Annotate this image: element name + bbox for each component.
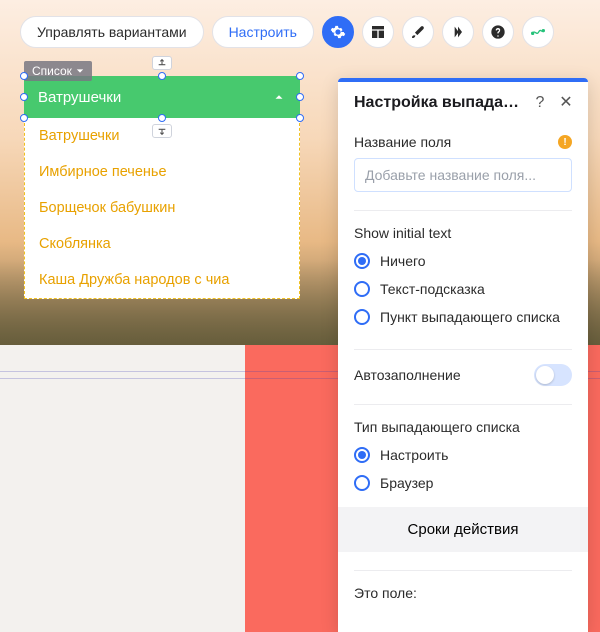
layout-icon[interactable] xyxy=(362,16,394,48)
dropdown-item[interactable]: Каша Дружба народов с чиа xyxy=(25,262,299,298)
radio-indicator xyxy=(354,281,370,297)
this-field-label: Это поле: xyxy=(354,585,417,601)
settings-icon[interactable] xyxy=(322,16,354,48)
dropdown-item[interactable]: Скоблянка xyxy=(25,226,299,262)
field-name-label: Название поля xyxy=(354,134,451,150)
panel-help-icon[interactable]: ? xyxy=(532,95,548,111)
deadlines-button[interactable]: Сроки действия xyxy=(338,507,588,552)
radio-type-browser[interactable]: Браузер xyxy=(354,469,572,497)
animation-icon[interactable] xyxy=(442,16,474,48)
radio-label: Браузер xyxy=(380,475,433,491)
dropdown-selected-label: Ватрушечки xyxy=(38,89,121,106)
chevron-up-icon xyxy=(272,90,286,104)
dropdown-item[interactable]: Борщечок бабушкин xyxy=(25,190,299,226)
top-toolbar: Управлять вариантами Настроить xyxy=(20,16,554,48)
autofill-label: Автозаполнение xyxy=(354,367,461,383)
dropdown-header[interactable]: Ватрушечки xyxy=(24,76,300,118)
radio-type-configure[interactable]: Настроить xyxy=(354,441,572,469)
radio-indicator xyxy=(354,475,370,491)
dropdown-item[interactable]: Имбирное печенье xyxy=(25,154,299,190)
radio-item[interactable]: Пункт выпадающего списка xyxy=(354,303,572,331)
settings-panel: Настройка выпадаю… ? ✕ Название поля ! S… xyxy=(338,78,588,632)
radio-indicator xyxy=(354,447,370,463)
help-icon[interactable] xyxy=(482,16,514,48)
configure-button[interactable]: Настроить xyxy=(212,16,314,48)
radio-indicator xyxy=(354,309,370,325)
brush-icon[interactable] xyxy=(402,16,434,48)
radio-hint[interactable]: Текст-подсказка xyxy=(354,275,572,303)
radio-indicator xyxy=(354,253,370,269)
squiggle-icon[interactable] xyxy=(522,16,554,48)
warning-icon: ! xyxy=(558,135,572,149)
show-initial-label: Show initial text xyxy=(354,225,572,241)
dropdown-type-label: Тип выпадающего списка xyxy=(354,419,572,435)
radio-label: Текст-подсказка xyxy=(380,281,485,297)
selection-tag-label: Список xyxy=(32,64,72,78)
selection-tag[interactable]: Список xyxy=(24,61,92,81)
manage-variants-button[interactable]: Управлять вариантами xyxy=(20,16,204,48)
close-icon[interactable]: ✕ xyxy=(558,95,574,111)
radio-none[interactable]: Ничего xyxy=(354,247,572,275)
dropdown-item[interactable]: Ватрушечки xyxy=(25,118,299,154)
dropdown-widget: Ватрушечки Ватрушечки Имбирное печенье Б… xyxy=(24,76,300,299)
dropdown-list: Ватрушечки Имбирное печенье Борщечок баб… xyxy=(24,118,300,299)
field-name-input[interactable] xyxy=(354,158,572,192)
panel-header: Настройка выпадаю… ? ✕ xyxy=(338,82,588,124)
radio-label: Настроить xyxy=(380,447,448,463)
radio-label: Пункт выпадающего списка xyxy=(380,309,560,325)
panel-title: Настройка выпадаю… xyxy=(354,94,522,112)
chevron-down-icon xyxy=(76,67,84,75)
autofill-toggle[interactable] xyxy=(534,364,572,386)
radio-label: Ничего xyxy=(380,253,426,269)
